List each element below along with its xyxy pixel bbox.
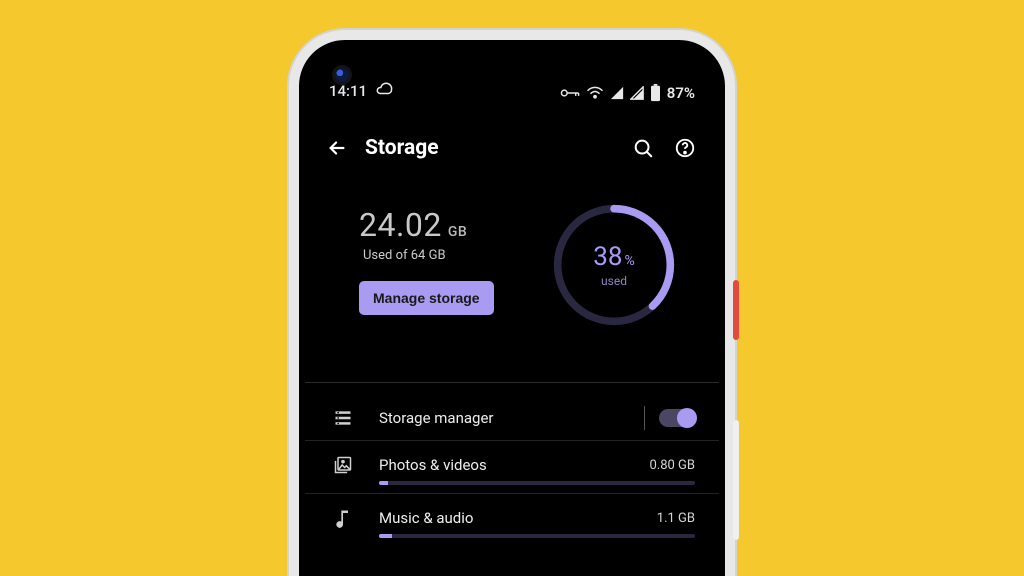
stage: 14:11 <box>0 0 1024 576</box>
help-icon[interactable] <box>673 136 697 160</box>
used-value: 24.02 <box>359 206 442 244</box>
volume-button <box>733 420 739 540</box>
screen: 14:11 <box>305 46 719 576</box>
status-left: 14:11 <box>329 80 393 102</box>
photos-icon <box>329 455 357 475</box>
app-header: Storage <box>305 134 719 162</box>
row-value: 0.80 GB <box>649 458 695 473</box>
used-unit: GB <box>448 224 467 240</box>
cloud-icon <box>375 80 393 102</box>
photos-videos-bar <box>379 481 695 485</box>
battery-percent: 87% <box>667 84 695 102</box>
used-amount: 24.02 GB <box>359 206 549 244</box>
vertical-separator <box>644 406 645 430</box>
wifi-icon <box>586 85 604 101</box>
header-actions <box>631 136 697 160</box>
row-value: 1.1 GB <box>657 511 695 526</box>
signal-icon-2 <box>630 86 644 100</box>
vpn-key-icon <box>560 85 580 101</box>
storage-manager-icon <box>329 408 357 428</box>
battery-icon <box>650 84 661 102</box>
usage-ring: 38 % used <box>549 200 679 330</box>
summary-text: 24.02 GB Used of 64 GB Manage storage <box>345 206 549 315</box>
search-icon[interactable] <box>631 136 655 160</box>
ring-percent-value: 38 <box>593 242 622 272</box>
divider <box>305 382 719 383</box>
phone-frame: 14:11 <box>289 30 735 576</box>
storage-summary: 24.02 GB Used of 64 GB Manage storage 38 <box>305 206 719 330</box>
row-photos-videos[interactable]: Photos & videos 0.80 GB <box>305 441 719 479</box>
status-bar: 14:11 <box>305 46 719 108</box>
status-time: 14:11 <box>329 82 367 100</box>
ring-percent-symbol: % <box>624 253 634 269</box>
storage-manager-toggle[interactable] <box>659 409 695 427</box>
back-button[interactable] <box>323 134 351 162</box>
page-title: Storage <box>365 136 631 160</box>
ring-percent-label: used <box>601 274 627 288</box>
power-button <box>733 280 739 340</box>
music-audio-bar <box>379 534 695 538</box>
row-music-audio[interactable]: Music & audio 1.1 GB <box>305 494 719 532</box>
row-label: Storage manager <box>379 409 644 427</box>
row-label: Photos & videos <box>379 456 649 474</box>
row-storage-manager[interactable]: Storage manager <box>305 392 719 440</box>
music-icon <box>329 508 357 528</box>
signal-icon-1 <box>610 86 624 100</box>
row-label: Music & audio <box>379 509 657 527</box>
ring-caption: 38 % used <box>549 200 679 330</box>
status-right: 87% <box>560 84 695 102</box>
storage-categories: Storage manager Photos & videos 0.80 GB <box>305 392 719 546</box>
manage-storage-button[interactable]: Manage storage <box>359 281 494 315</box>
used-subtitle: Used of 64 GB <box>363 248 549 263</box>
